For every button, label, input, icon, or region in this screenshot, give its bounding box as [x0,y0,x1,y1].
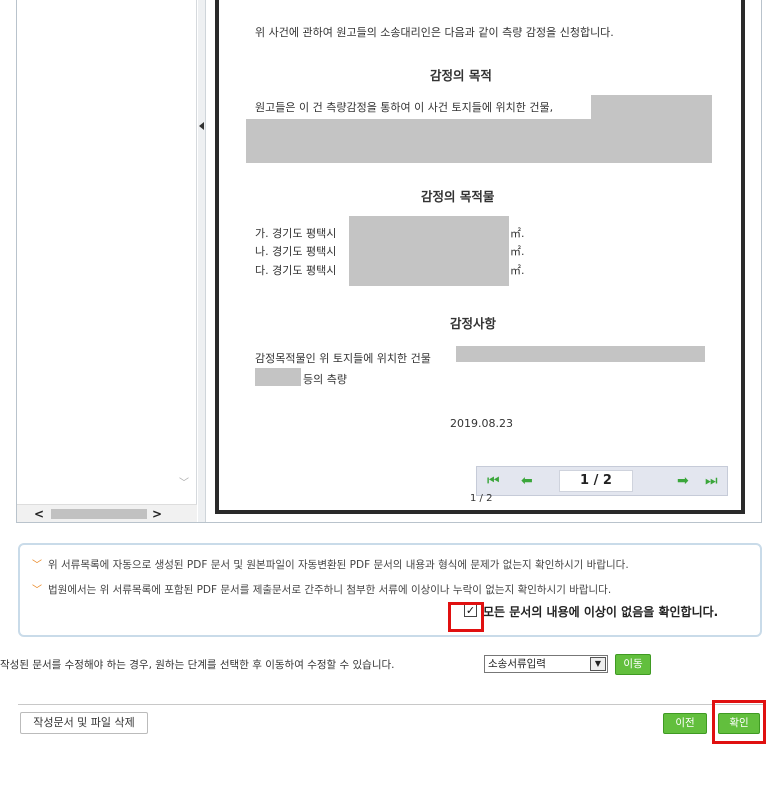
prev-button[interactable]: 이전 [663,713,707,734]
doc-section-text: 감정목적물인 위 토지들에 위치한 건물 [255,352,431,365]
notice-line: ﹀ 법원에서는 위 서류목록에 포함된 PDF 문서를 제출문서로 간주하니 첨부… [32,581,611,597]
page-number[interactable]: 1 / 2 [559,470,633,492]
step-select[interactable]: 소송서류입력 ▼ [484,655,608,673]
last-page-icon[interactable]: ⏭ [705,473,718,489]
doc-section-title: 감정의 목적물 [421,189,495,204]
notice-line: ﹀ 위 서류목록에 자동으로 생성된 PDF 문서 및 원본파일이 자동변환된 P… [32,556,629,572]
doc-section-text: 원고들은 이 건 측량감정을 통하여 이 사건 토지들에 위치한 건물, [255,101,554,114]
next-page-icon[interactable]: ➡ [677,473,689,489]
horizontal-scrollbar[interactable]: < > [17,504,197,522]
doc-section-title: 감정사항 [450,316,497,331]
document-list-pane[interactable]: ﹀ < > [17,0,197,522]
chevron-down-icon: ﹀ [32,560,42,571]
doc-item: 가. 경기도 평택시 [255,227,337,240]
doc-date: 2019.08.23 [450,417,513,430]
page-navigator: ⏮ ⬅ 1 / 2 ➡ ⏭ [476,466,728,496]
scrollbar-thumb[interactable] [51,509,147,519]
pdf-page: 위 사건에 관하여 원고들의 소송대리인은 다음과 같이 측량 감정을 신청합니… [215,0,745,514]
scroll-down-icon[interactable]: ﹀ [177,474,191,489]
divider [18,704,764,705]
document-viewer: ﹀ < > 위 사건에 관하여 원고들의 소송대리인은 다음과 같이 측량 감정… [16,0,762,523]
doc-item: 다. 경기도 평택시 [255,264,337,277]
delete-documents-button[interactable]: 작성문서 및 파일 삭제 [20,712,148,734]
highlight-box [712,700,766,744]
doc-item-unit: ㎡. [510,264,525,277]
step-select-value: 소송서류입력 [488,658,546,670]
page-indicator: 1 / 2 [470,493,493,504]
notice-text: 위 서류목록에 자동으로 생성된 PDF 문서 및 원본파일이 자동변환된 PD… [48,559,629,571]
chevron-down-icon[interactable]: ▼ [590,657,606,671]
doc-item: 나. 경기도 평택시 [255,245,337,258]
doc-section-text: 등의 측량 [303,373,347,386]
edit-step-hint: 작성된 문서를 수정해야 하는 경우, 원하는 단계를 선택한 후 이동하여 수… [0,659,395,671]
first-page-icon[interactable]: ⏮ [487,473,500,489]
doc-item-unit: ㎡. [510,245,525,258]
doc-item-unit: ㎡. [510,227,525,240]
redaction [349,216,509,286]
redaction [591,95,712,119]
chevron-down-icon: ﹀ [32,585,42,596]
pane-splitter[interactable] [198,0,206,522]
doc-section-title: 감정의 목적 [430,68,492,83]
redaction [456,346,705,362]
redaction [255,368,301,386]
confirm-checkbox-label[interactable]: 모든 문서의 내용에 이상이 없음을 확인합니다. [483,603,718,620]
highlight-box [448,602,484,632]
doc-intro: 위 사건에 관하여 원고들의 소송대리인은 다음과 같이 측량 감정을 신청합니… [255,26,614,39]
prev-page-icon[interactable]: ⬅ [521,473,533,489]
confirmation-notice: ﹀ 위 서류목록에 자동으로 생성된 PDF 문서 및 원본파일이 자동변환된 P… [18,543,762,637]
scroll-left-icon[interactable]: < [31,506,47,522]
redaction [246,119,712,163]
move-button[interactable]: 이동 [615,654,651,675]
notice-text: 법원에서는 위 서류목록에 포함된 PDF 문서를 제출문서로 간주하니 첨부한… [48,584,612,596]
scroll-right-icon[interactable]: > [149,506,165,522]
collapse-arrow-icon[interactable] [199,122,204,130]
